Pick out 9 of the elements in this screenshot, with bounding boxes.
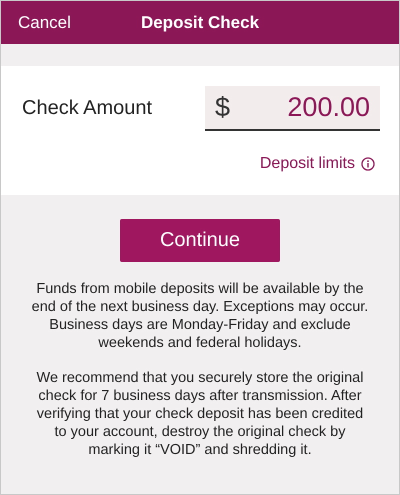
info-paragraph: We recommend that you securely store the original check for 7 business days after transmission. After verifying that your check deposit has been credited to your account, destroy the original check by marking it “VOID” and shredding it. [36, 369, 364, 459]
amount-field[interactable]: $ 200.00 [205, 86, 380, 131]
info-paragraph: Funds from mobile deposits will be available by the end of the next business day. Exceptions may occur. Business days are Monday-Friday and exclude weekends and federal holidays. [31, 280, 369, 352]
cancel-button[interactable]: Cancel [1, 12, 71, 32]
info-icon[interactable] [361, 157, 375, 171]
screen-title: Deposit Check [140, 12, 260, 32]
deposit-limits-link[interactable]: Deposit limits [260, 155, 355, 173]
continue-button[interactable]: Continue [120, 219, 280, 262]
amount-label: Check Amount [22, 97, 152, 120]
